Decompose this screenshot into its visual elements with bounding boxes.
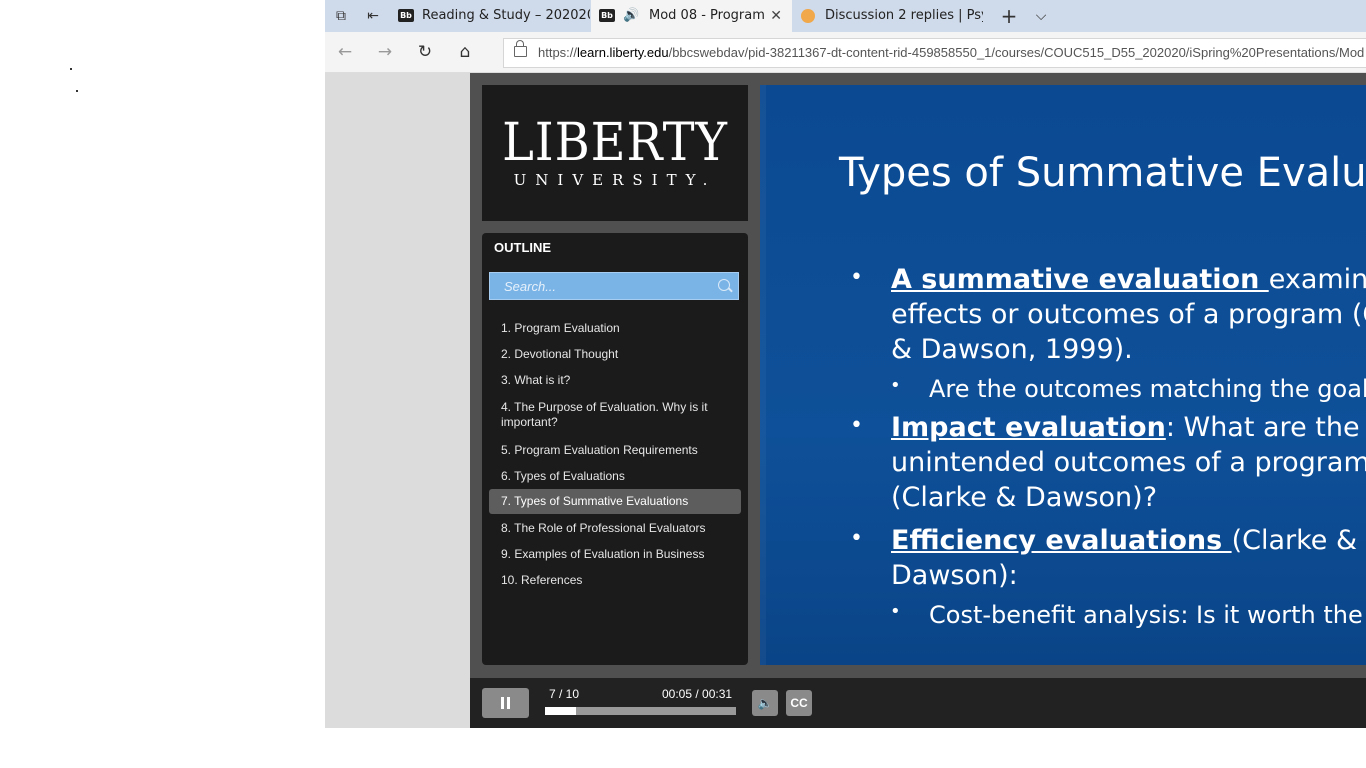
slide-subbullet-3: Cost-benefit analysis: Is it worth the c…	[929, 601, 1366, 629]
slide-canvas: Types of Summative Evaluat • A summative…	[760, 85, 1366, 665]
toc-item[interactable]: 10. References	[489, 573, 741, 588]
logo-wordmark: LIBERTY	[502, 113, 728, 173]
volume-button[interactable]: 🔈	[752, 690, 778, 716]
toc-item[interactable]: 3. What is it?	[489, 373, 741, 388]
toc-item[interactable]: 2. Devotional Thought	[489, 347, 741, 362]
sub-bullet: •	[890, 601, 901, 622]
browser-tab-bar: ⧉ ⇤ Bb Reading & Study – 202020 S Bb 🔊 M…	[325, 0, 1366, 32]
progress-fill	[545, 707, 576, 715]
slide-bullet-1-line: effects or outcomes of a program (Cl	[891, 299, 1366, 330]
bullet: •	[850, 265, 863, 290]
audio-playing-icon[interactable]: 🔊	[623, 0, 639, 32]
slide-bullet-1-line: & Dawson, 1999).	[891, 334, 1133, 365]
slide-bullet-2-line: unintended outcomes of a program	[891, 447, 1366, 478]
slide-bullet-2: Impact evaluation: What are the	[891, 412, 1360, 443]
pause-button[interactable]	[482, 688, 529, 718]
pause-icon	[501, 697, 504, 709]
toc-item[interactable]: 1. Program Evaluation	[489, 321, 741, 336]
page-margin	[325, 73, 470, 728]
pause-icon	[507, 697, 510, 709]
toc-item[interactable]: 6. Types of Evaluations	[489, 469, 741, 484]
url-text: https://learn.liberty.edu/bbcswebdav/pid…	[538, 45, 1365, 60]
slide-bullet-1: A summative evaluation examines t	[891, 264, 1366, 295]
slide-bullet-3: Efficiency evaluations (Clarke &	[891, 525, 1358, 556]
toc-item-selected[interactable]: 7. Types of Summative Evaluations	[489, 489, 741, 514]
player-control-bar: 7 / 10 00:05 / 00:31 🔈 CC	[470, 678, 1366, 728]
lock-icon[interactable]	[514, 40, 527, 57]
tab-mod-08-program[interactable]: Bb 🔊 Mod 08 - Program ✕	[591, 0, 792, 32]
university-logo: LIBERTY UNIVERSITY.	[482, 85, 748, 221]
slide-bullet-2-line: (Clarke & Dawson)?	[891, 482, 1158, 513]
home-icon[interactable]: ⌂	[454, 42, 476, 62]
stray-dot	[76, 90, 78, 92]
closed-captions-button[interactable]: CC	[786, 690, 812, 716]
search-icon[interactable]	[718, 279, 730, 291]
toc-item[interactable]: 5. Program Evaluation Requirements	[489, 443, 741, 458]
stray-dot	[70, 68, 72, 70]
logo-subtitle: UNIVERSITY.	[513, 171, 717, 189]
tab-label: Discussion 2 replies | Psycho	[825, 8, 983, 23]
url-field[interactable]: https://learn.liberty.edu/bbcswebdav/pid…	[503, 38, 1366, 68]
outline-search-input[interactable]	[490, 273, 724, 299]
speaker-icon: 🔈	[757, 696, 773, 710]
outline-title: OUTLINE	[494, 240, 552, 255]
forward-arrow-icon[interactable]: →	[374, 42, 396, 62]
slide-subbullet-1: Are the outcomes matching the goals?	[929, 375, 1366, 403]
blackboard-favicon-icon: Bb	[599, 9, 615, 22]
toc-item[interactable]: 9. Examples of Evaluation in Business	[489, 547, 741, 562]
new-tab-icon[interactable]: +	[1000, 6, 1018, 26]
slide-bullet-3-line: Dawson):	[891, 560, 1018, 591]
blackboard-favicon-icon: Bb	[398, 9, 414, 22]
toc-item[interactable]: 4. The Purpose of Evaluation. Why is it …	[489, 400, 741, 430]
tab-label: Mod 08 - Program	[649, 8, 765, 23]
sub-bullet: •	[890, 375, 901, 396]
outline-search	[489, 272, 739, 300]
time-readout: 00:05 / 00:31	[662, 687, 733, 701]
tab-label: Reading & Study – 202020 S	[422, 8, 590, 23]
tab-list-chevron-down-icon[interactable]: ⌵	[1032, 7, 1050, 25]
browser-address-bar: ← → ↻ ⌂ https://learn.liberty.edu/bbcswe…	[325, 32, 1366, 73]
tab-reading-study[interactable]: Bb Reading & Study – 202020 S	[390, 0, 590, 32]
outline-panel: OUTLINE 1. Program Evaluation 2. Devotio…	[482, 233, 748, 665]
bullet: •	[850, 413, 863, 438]
slide-counter: 7 / 10	[549, 687, 580, 701]
refresh-icon[interactable]: ↻	[414, 42, 436, 62]
slide-title: Types of Summative Evaluat	[839, 150, 1366, 196]
set-aside-tabs-icon[interactable]: ⇤	[364, 7, 382, 25]
bullet: •	[850, 526, 863, 551]
progress-bar[interactable]	[545, 707, 736, 715]
discussion-favicon-icon	[801, 9, 815, 23]
toc-item[interactable]: 8. The Role of Professional Evaluators	[489, 521, 741, 536]
tab-actions-icon[interactable]: ⧉	[332, 7, 350, 25]
close-tab-icon[interactable]: ✕	[770, 0, 782, 32]
back-arrow-icon[interactable]: ←	[334, 42, 356, 62]
tab-discussion[interactable]: Discussion 2 replies | Psycho	[793, 0, 983, 32]
